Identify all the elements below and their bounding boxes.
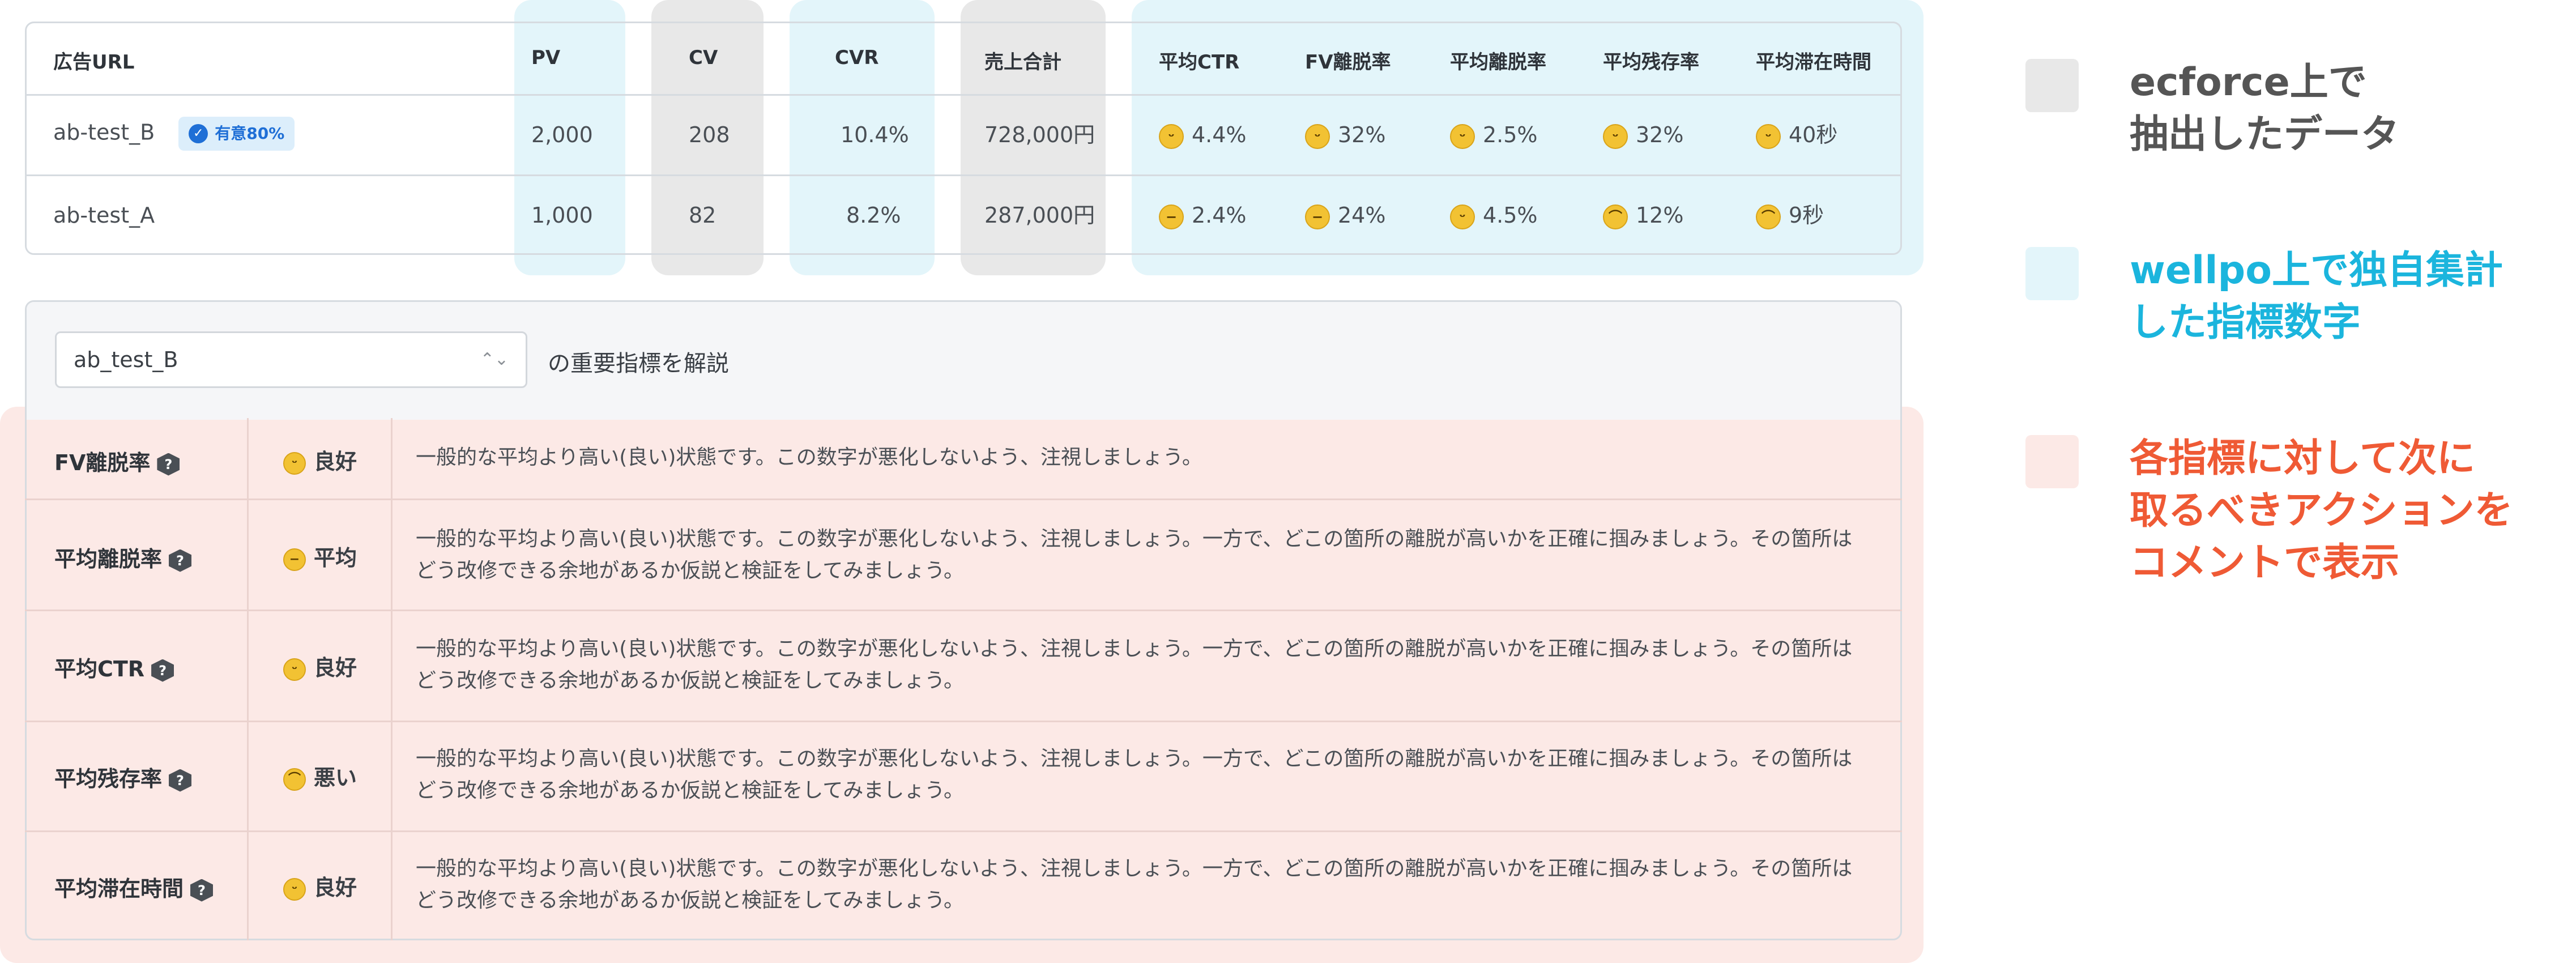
header-sales: 売上合計 <box>984 51 1061 74</box>
legend-ecforce: ecforce上で 抽出したデータ <box>2130 60 2400 157</box>
ad-select[interactable]: ab_test_B ⌃⌄ <box>55 331 527 388</box>
metric-label: 平均離脱率? <box>54 542 192 573</box>
avg-remain-value: ⌒ 12% <box>1603 202 1683 229</box>
header-avg-exit: 平均離脱率 <box>1450 51 1546 74</box>
frown-face-icon: ⌒ <box>1603 204 1628 229</box>
action-comment: 一般的な平均より高い(良い)状態です。この数字が悪化しないよう、注視しましょう。… <box>416 527 1853 582</box>
fv-exit-value: ᵕ 32% <box>1305 121 1385 149</box>
smile-face-icon: ᵕ <box>283 877 306 901</box>
rating: − 平均 <box>283 540 357 572</box>
table-header-divider <box>25 94 1902 96</box>
fv-exit-value: −24% <box>1305 202 1385 229</box>
avg-stay-value: ⌒ 9秒 <box>1756 202 1824 229</box>
metric-label: 平均残存率? <box>54 761 192 792</box>
action-comment: 一般的な平均より高い(良い)状態です。この数字が悪化しないよう、注視しましょう。… <box>416 857 1853 912</box>
sales-value: 287,000円 <box>984 203 1095 228</box>
smile-face-icon: ᵕ <box>1450 123 1475 149</box>
legend-swatch-gray <box>2025 59 2079 112</box>
sales-value: 728,000円 <box>984 122 1095 147</box>
cv-value: 82 <box>689 203 716 228</box>
smile-face-icon: ᵕ <box>283 658 306 681</box>
neutral-face-icon: − <box>1159 204 1184 229</box>
check-badge-icon: ✓ <box>189 124 208 143</box>
question-icon[interactable]: ? <box>169 769 192 792</box>
table-row[interactable]: ab-test_A <box>53 202 155 229</box>
smile-face-icon: ᵕ <box>1756 123 1781 149</box>
frown-face-icon: ⌒ <box>1756 204 1781 229</box>
metric-label: 平均CTR? <box>54 651 174 683</box>
header-avg-remain: 平均残存率 <box>1603 51 1699 74</box>
legend-wellpo: wellpo上で独自集計 した指標数字 <box>2130 248 2503 345</box>
neutral-face-icon: − <box>1305 204 1330 229</box>
action-comment: 一般的な平均より高い(良い)状態です。この数字が悪化しないよう、注視しましょう。… <box>416 747 1853 802</box>
row-divider <box>25 498 1902 500</box>
frown-face-icon: ⌒ <box>283 768 306 791</box>
rating: ᵕ 良好 <box>283 444 357 475</box>
legend-swatch-blue <box>2025 247 2079 300</box>
cvr-value: 8.2% <box>846 203 901 228</box>
panel-header: ab_test_B ⌃⌄ の重要指標を解説 <box>27 302 1900 420</box>
neutral-face-icon: − <box>283 548 306 571</box>
ad-select-value: ab_test_B <box>74 347 178 372</box>
ad-url[interactable]: ab-test_B <box>53 120 155 145</box>
metric-label: FV離脱率? <box>54 445 180 476</box>
question-icon[interactable]: ? <box>151 659 174 682</box>
metric-label: 平均滞在時間? <box>54 871 214 902</box>
header-cv: CV <box>689 46 718 69</box>
row-divider <box>25 721 1902 722</box>
legend-swatch-pink <box>2025 435 2079 488</box>
pv-value: 2,000 <box>531 122 593 147</box>
avg-exit-value: ᵕ 2.5% <box>1450 121 1538 149</box>
header-pv: PV <box>531 46 561 69</box>
action-comment: 一般的な平均より高い(良い)状態です。この数字が悪化しないよう、注視しましょう。 <box>416 446 1202 469</box>
legend-comment: 各指標に対して次に 取るべきアクションを コメントで表示 <box>2130 436 2513 585</box>
smile-face-icon: ᵕ <box>283 451 306 475</box>
ctr-value: −2.4% <box>1159 202 1247 229</box>
column-divider <box>391 418 393 940</box>
row-divider <box>25 830 1902 832</box>
ad-url[interactable]: ab-test_A <box>53 203 155 228</box>
header-ad-url: 広告URL <box>53 51 135 74</box>
up-down-chevron-icon: ⌃⌄ <box>480 350 509 369</box>
question-icon[interactable]: ? <box>190 879 214 902</box>
header-ctr: 平均CTR <box>1159 51 1240 74</box>
avg-remain-value: ᵕ 32% <box>1603 121 1683 149</box>
row-divider <box>25 610 1902 611</box>
rating: ⌒ 悪い <box>283 760 357 791</box>
header-fv-exit: FV離脱率 <box>1305 51 1391 74</box>
cvr-value: 10.4% <box>841 122 909 147</box>
smile-face-icon: ᵕ <box>1305 123 1330 149</box>
rating: ᵕ 良好 <box>283 870 357 901</box>
avg-exit-value: ᵕ 4.5% <box>1450 202 1538 229</box>
select-caption: の重要指標を解説 <box>548 351 729 377</box>
question-icon[interactable]: ? <box>157 453 180 476</box>
significance-badge: ✓ 有意80% <box>178 117 295 151</box>
table-row-divider <box>25 174 1902 176</box>
question-icon[interactable]: ? <box>169 549 192 572</box>
ctr-value: ᵕ 4.4% <box>1159 121 1247 149</box>
header-cvr: CVR <box>835 46 879 69</box>
column-divider <box>247 418 249 940</box>
smile-face-icon: ᵕ <box>1603 123 1628 149</box>
smile-face-icon: ᵕ <box>1159 123 1184 149</box>
avg-stay-value: ᵕ 40秒 <box>1756 121 1837 149</box>
rating: ᵕ 良好 <box>283 650 357 681</box>
table-row[interactable]: ab-test_B ✓ 有意80% <box>53 117 295 151</box>
explanation-table: FV離脱率? ᵕ 良好 一般的な平均より高い(良い)状態です。この数字が悪化しない… <box>25 418 1902 940</box>
header-avg-stay: 平均滞在時間 <box>1756 51 1871 74</box>
cv-value: 208 <box>689 122 730 147</box>
smile-face-icon: ᵕ <box>1450 204 1475 229</box>
action-comment: 一般的な平均より高い(良い)状態です。この数字が悪化しないよう、注視しましょう。… <box>416 637 1853 692</box>
pv-value: 1,000 <box>531 203 593 228</box>
